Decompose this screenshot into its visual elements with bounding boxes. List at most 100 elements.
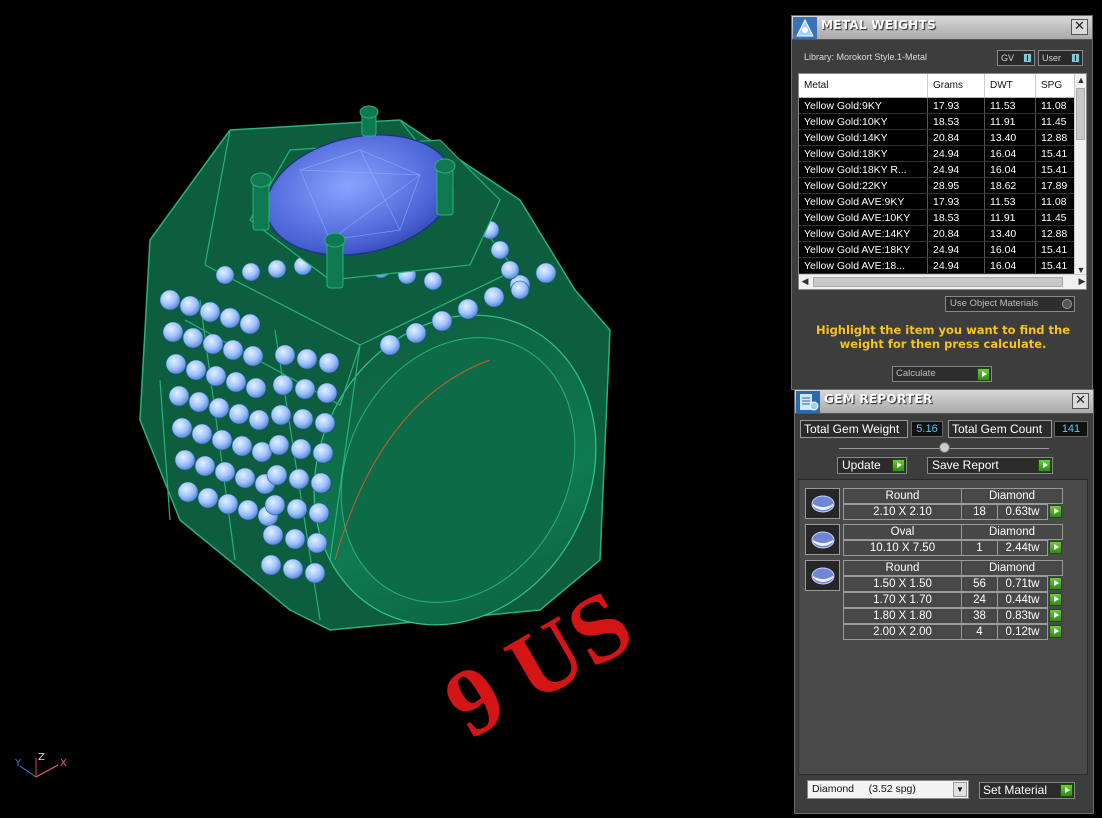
metal-table[interactable]: Metal Grams DWT SPG Yellow Gold:9KY 17.93…: [798, 73, 1087, 290]
vertical-scrollbar[interactable]: ▲ ▼: [1074, 74, 1086, 276]
cell-grams: 17.93: [928, 194, 985, 209]
gem-thumbnail[interactable]: [805, 560, 840, 591]
table-row[interactable]: Yellow Gold AVE:9KY 17.93 11.53 11.08: [799, 194, 1075, 210]
calculate-button[interactable]: Calculate: [892, 366, 992, 382]
scroll-thumb-horizontal[interactable]: [813, 277, 1063, 287]
gem-size: 2.10 X 2.10: [843, 504, 962, 520]
metal-table-body: Yellow Gold:9KY 17.93 11.53 11.08 Yellow Gol…: [799, 98, 1075, 274]
play-icon[interactable]: [1038, 459, 1051, 472]
total-gem-weight-value: 5.16: [911, 421, 943, 437]
table-row[interactable]: Yellow Gold:10KY 18.53 11.91 11.45: [799, 114, 1075, 130]
save-report-button[interactable]: Save Report: [927, 457, 1053, 474]
metal-weights-titlebar[interactable]: METAL WEIGHTS ✕: [792, 16, 1092, 40]
axis-gizmo: Y Z X: [14, 752, 67, 778]
cell-spg: 11.45: [1036, 210, 1075, 225]
scroll-right-icon[interactable]: ▶: [1076, 276, 1086, 287]
gem-reporter-titlebar[interactable]: GEM REPORTER ✕: [795, 390, 1093, 414]
cell-spg: 11.08: [1036, 194, 1075, 209]
column-header-grams[interactable]: Grams: [928, 74, 985, 97]
cell-metal-name: Yellow Gold AVE:14KY: [799, 226, 928, 241]
play-icon[interactable]: [892, 459, 905, 472]
cell-spg: 17.89: [1036, 178, 1075, 193]
update-button[interactable]: Update: [837, 457, 907, 474]
horizontal-scrollbar[interactable]: ◀ ▶: [799, 274, 1086, 289]
set-material-button[interactable]: Set Material: [979, 782, 1075, 799]
cell-metal-name: Yellow Gold AVE:18KY: [799, 242, 928, 257]
table-row[interactable]: Yellow Gold:18KY 24.94 16.04 15.41: [799, 146, 1075, 162]
gem-weight: 2.44tw: [997, 540, 1048, 556]
user-toggle-label: User: [1042, 53, 1062, 63]
cell-grams: 24.94: [928, 162, 985, 177]
slider-handle[interactable]: [939, 442, 950, 453]
gem-material: Diamond: [961, 524, 1063, 540]
close-icon[interactable]: ✕: [1071, 19, 1088, 35]
gem-count: 4: [961, 624, 998, 640]
column-header-dwt[interactable]: DWT: [985, 74, 1036, 97]
gem-weight: 0.71tw: [997, 576, 1048, 592]
update-label: Update: [842, 458, 881, 472]
table-row[interactable]: Yellow Gold AVE:18KY 24.94 16.04 15.41: [799, 242, 1075, 258]
scroll-up-icon[interactable]: ▲: [1075, 74, 1086, 86]
chevron-down-icon[interactable]: ▼: [953, 782, 967, 797]
gem-thumbnail[interactable]: [805, 524, 840, 555]
radio-icon[interactable]: [1062, 299, 1072, 309]
column-header-metal[interactable]: Metal: [799, 74, 928, 97]
table-row[interactable]: Yellow Gold:14KY 20.84 13.40 12.88: [799, 130, 1075, 146]
metal-table-header: Metal Grams DWT SPG: [799, 74, 1075, 98]
close-icon[interactable]: ✕: [1072, 393, 1089, 409]
play-icon[interactable]: [1060, 784, 1073, 797]
play-icon[interactable]: [1049, 577, 1062, 590]
ring-model[interactable]: 9 US Y Z X: [0, 0, 790, 818]
play-icon[interactable]: [1049, 541, 1062, 554]
gem-count: 56: [961, 576, 998, 592]
gem-reporter-title: GEM REPORTER: [824, 392, 933, 406]
total-gem-weight-label: Total Gem Weight: [800, 420, 908, 438]
table-row[interactable]: Yellow Gold:18KY R... 24.94 16.04 15.41: [799, 162, 1075, 178]
cell-metal-name: Yellow Gold:9KY: [799, 98, 928, 113]
scroll-thumb[interactable]: [1076, 88, 1085, 140]
cell-dwt: 16.04: [985, 146, 1036, 161]
total-gem-count-value: 141: [1054, 421, 1088, 437]
cell-grams: 24.94: [928, 242, 985, 257]
gv-toggle-label: GV: [1001, 53, 1015, 63]
material-select[interactable]: Diamond (3.52 spg) ▼: [807, 780, 969, 799]
gem-size: 1.50 X 1.50: [843, 576, 962, 592]
table-row[interactable]: Yellow Gold:9KY 17.93 11.53 11.08: [799, 98, 1075, 114]
gem-size: 1.80 X 1.80: [843, 608, 962, 624]
table-row[interactable]: Yellow Gold AVE:10KY 18.53 11.91 11.45: [799, 210, 1075, 226]
cell-spg: 15.41: [1036, 258, 1075, 273]
play-icon[interactable]: [1049, 593, 1062, 606]
cell-spg: 11.45: [1036, 114, 1075, 129]
cell-dwt: 16.04: [985, 162, 1036, 177]
cell-spg: 11.08: [1036, 98, 1075, 113]
play-icon[interactable]: [1049, 505, 1062, 518]
cell-dwt: 11.91: [985, 114, 1036, 129]
gem-count: 18: [961, 504, 998, 520]
cell-metal-name: Yellow Gold AVE:10KY: [799, 210, 928, 225]
cell-metal-name: Yellow Gold:10KY: [799, 114, 928, 129]
user-toggle[interactable]: User: [1038, 50, 1083, 66]
table-row[interactable]: Yellow Gold AVE:14KY 20.84 13.40 12.88: [799, 226, 1075, 242]
3d-viewport[interactable]: 9 US Y Z X: [0, 0, 790, 818]
cell-dwt: 11.53: [985, 194, 1036, 209]
cell-metal-name: Yellow Gold AVE:9KY: [799, 194, 928, 209]
table-row[interactable]: Yellow Gold:22KY 28.95 18.62 17.89: [799, 178, 1075, 194]
use-object-materials-option[interactable]: Use Object Materials: [945, 296, 1075, 312]
table-row[interactable]: Yellow Gold AVE:18... 24.94 16.04 15.41: [799, 258, 1075, 274]
axis-z-label: Z: [38, 752, 45, 763]
gem-weight: 0.12tw: [997, 624, 1048, 640]
play-icon[interactable]: [1049, 625, 1062, 638]
gem-count: 1: [961, 540, 998, 556]
scroll-left-icon[interactable]: ◀: [799, 276, 811, 287]
play-icon[interactable]: [977, 368, 990, 381]
calculate-hint: Highlight the item you want to find the …: [816, 323, 1070, 351]
gem-thumbnail[interactable]: [805, 488, 840, 519]
cell-spg: 15.41: [1036, 242, 1075, 257]
gem-shape: Oval: [843, 524, 962, 540]
column-header-spg[interactable]: SPG: [1036, 74, 1075, 97]
gem-list[interactable]: Round Diamond 2.10 X 2.10 18 0.63tw Oval Diamo…: [798, 479, 1088, 775]
play-icon[interactable]: [1049, 609, 1062, 622]
cell-grams: 18.53: [928, 210, 985, 225]
use-object-materials-label: Use Object Materials: [950, 298, 1039, 309]
gv-toggle[interactable]: GV: [997, 50, 1035, 66]
